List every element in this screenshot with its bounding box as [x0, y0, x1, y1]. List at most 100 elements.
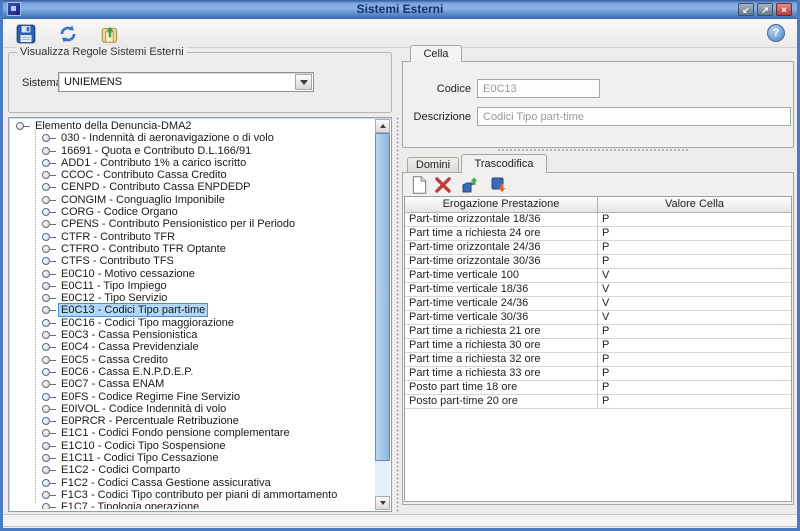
tree-node-icon[interactable]	[42, 466, 50, 474]
tree-node-label[interactable]: E0C5 - Cassa Credito	[59, 354, 170, 366]
cell-valore-cella[interactable]: P	[598, 381, 791, 394]
tab-cella[interactable]: Cella	[410, 45, 462, 62]
minimize-button[interactable]: ↙	[738, 3, 754, 16]
cell-erogazione-prestazione[interactable]: Part-time orizzontale 18/36	[405, 213, 598, 226]
cell-erogazione-prestazione[interactable]: Part time a richiesta 30 ore	[405, 339, 598, 352]
tree-node[interactable]: E0C5 - Cassa Credito	[11, 354, 374, 366]
tree-node-icon[interactable]	[42, 331, 50, 339]
tree-node-label[interactable]: CORG - Codice Organo	[59, 206, 180, 218]
descrizione-field[interactable]: Codici Tipo part-time	[477, 107, 791, 126]
table-row[interactable]: Posto part time 18 oreP	[405, 381, 791, 395]
tree-node-icon[interactable]	[42, 208, 50, 216]
tree-node-icon[interactable]	[42, 294, 50, 302]
tree-node-label[interactable]: E0C16 - Codici Tipo maggiorazione	[59, 317, 236, 329]
help-button[interactable]: ?	[767, 24, 785, 42]
tree-node-label[interactable]: CENPD - Contributo Cassa ENPDEDP	[59, 181, 253, 193]
tree-node-label[interactable]: CTFS - Contributo TFS	[59, 255, 176, 267]
cell-valore-cella[interactable]: P	[598, 227, 791, 240]
new-record-button[interactable]	[409, 175, 429, 195]
tree-node-icon[interactable]	[42, 159, 50, 167]
tree-node-label[interactable]: CTFRO - Contributo TFR Optante	[59, 243, 228, 255]
maximize-button[interactable]: ↗	[757, 3, 773, 16]
tree-node[interactable]: E0C12 - Tipo Servizio	[11, 292, 374, 304]
sistema-combobox[interactable]: UNIEMENS	[58, 72, 314, 92]
tree-node-icon[interactable]	[42, 257, 50, 265]
cell-valore-cella[interactable]: V	[598, 311, 791, 324]
tree-node-icon[interactable]	[42, 417, 50, 425]
tree-node-label[interactable]: CONGIM - Conguaglio Imponibile	[59, 194, 227, 206]
tree-node[interactable]: CCOC - Contributo Cassa Credito	[11, 169, 374, 181]
cell-valore-cella[interactable]: P	[598, 353, 791, 366]
tree-node-icon[interactable]	[42, 306, 50, 314]
vertical-splitter[interactable]	[395, 117, 400, 512]
scrollbar-thumb[interactable]	[375, 133, 390, 461]
close-button[interactable]: ×	[776, 3, 792, 16]
table-row[interactable]: Part-time orizzontale 24/36P	[405, 241, 791, 255]
table-row[interactable]: Part time a richiesta 32 oreP	[405, 353, 791, 367]
table-row[interactable]: Part-time orizzontale 30/36P	[405, 255, 791, 269]
tree-node-icon[interactable]	[42, 220, 50, 228]
tree-node-label[interactable]: E0C3 - Cassa Pensionistica	[59, 329, 199, 341]
tree-node-label[interactable]: E0IVOL - Codice Indennità di volo	[59, 403, 228, 415]
tree-root-label[interactable]: Elemento della Denuncia-DMA2	[33, 120, 194, 132]
cell-erogazione-prestazione[interactable]: Part time a richiesta 32 ore	[405, 353, 598, 366]
cell-erogazione-prestazione[interactable]: Part-time orizzontale 30/36	[405, 255, 598, 268]
tree-node-icon[interactable]	[42, 245, 50, 253]
table-row[interactable]: Part-time orizzontale 18/36P	[405, 213, 791, 227]
tree-node-label[interactable]: 16691 - Quota e Contributo D.L.166/91	[59, 145, 253, 157]
tree-node-label[interactable]: E1C10 - Codici Tipo Sospensione	[59, 440, 227, 452]
cell-valore-cella[interactable]: V	[598, 269, 791, 282]
tree-node[interactable]: E0C13 - Codici Tipo part-time	[11, 304, 374, 316]
tree-node[interactable]: E1C1 - Codici Fondo pensione complementa…	[11, 427, 374, 439]
scroll-up-button[interactable]	[375, 119, 390, 133]
tree-node-label[interactable]: E1C11 - Codici Tipo Cessazione	[59, 452, 221, 464]
refresh-button[interactable]	[57, 23, 79, 45]
table-row[interactable]: Posto part-time 20 oreP	[405, 395, 791, 409]
tree-node[interactable]: E0C4 - Cassa Previdenziale	[11, 341, 374, 353]
tree-node[interactable]: CPENS - Contributo Pensionistico per il …	[11, 218, 374, 230]
tree-node-icon[interactable]	[42, 270, 50, 278]
cell-erogazione-prestazione[interactable]: Part-time verticale 18/36	[405, 283, 598, 296]
tree-node-label[interactable]: E0C11 - Tipo Impiego	[59, 280, 169, 292]
tree-node-label[interactable]: F1C2 - Codici Cassa Gestione assicurativ…	[59, 477, 273, 489]
tree-node[interactable]: ADD1 - Contributo 1% a carico iscritto	[11, 157, 374, 169]
tree-node-icon[interactable]	[42, 405, 50, 413]
tree-node-icon[interactable]	[42, 503, 50, 509]
cell-valore-cella[interactable]: V	[598, 297, 791, 310]
tree-node-icon[interactable]	[42, 491, 50, 499]
import-button[interactable]	[461, 175, 481, 195]
tree-node[interactable]: E0C11 - Tipo Impiego	[11, 280, 374, 292]
tree-node[interactable]: E1C11 - Codici Tipo Cessazione	[11, 452, 374, 464]
codice-field[interactable]: E0C13	[477, 79, 600, 98]
tree-node-label[interactable]: CPENS - Contributo Pensionistico per il …	[59, 218, 297, 230]
cell-erogazione-prestazione[interactable]: Part-time verticale 100	[405, 269, 598, 282]
tree-node-label[interactable]: CTFR - Contributo TFR	[59, 231, 177, 243]
tree-node-icon[interactable]	[42, 368, 50, 376]
tree-node[interactable]: CORG - Codice Organo	[11, 206, 374, 218]
tree-node[interactable]: E0PRCR - Percentuale Retribuzione	[11, 415, 374, 427]
cell-valore-cella[interactable]: P	[598, 395, 791, 408]
horizontal-splitter[interactable]	[497, 148, 689, 152]
tree-node-icon[interactable]	[42, 479, 50, 487]
tree-node[interactable]: CONGIM - Conguaglio Imponibile	[11, 194, 374, 206]
cell-valore-cella[interactable]: P	[598, 325, 791, 338]
tree-root-node[interactable]: Elemento della Denuncia-DMA2	[11, 120, 374, 132]
tree-node[interactable]: CTFR - Contributo TFR	[11, 231, 374, 243]
cell-valore-cella[interactable]: P	[598, 241, 791, 254]
table-row[interactable]: Part time a richiesta 21 oreP	[405, 325, 791, 339]
tree-node-icon[interactable]	[42, 147, 50, 155]
tree-node[interactable]: E1C10 - Codici Tipo Sospensione	[11, 440, 374, 452]
combo-dropdown-button[interactable]	[295, 74, 312, 90]
column-header-valore[interactable]: Valore Cella	[598, 197, 791, 212]
tree-node-label[interactable]: E1C1 - Codici Fondo pensione complementa…	[59, 427, 292, 439]
exit-button[interactable]	[99, 23, 121, 45]
cell-erogazione-prestazione[interactable]: Part-time orizzontale 24/36	[405, 241, 598, 254]
tree-node-label[interactable]: E0C12 - Tipo Servizio	[59, 292, 169, 304]
cell-erogazione-prestazione[interactable]: Part time a richiesta 21 ore	[405, 325, 598, 338]
tree-node-label[interactable]: E1C2 - Codici Comparto	[59, 464, 182, 476]
tree-node[interactable]: E1C2 - Codici Comparto	[11, 464, 374, 476]
tree-node[interactable]: F1C7 - Tipologia operazione	[11, 501, 374, 509]
cell-valore-cella[interactable]: P	[598, 255, 791, 268]
tree-node-icon[interactable]	[42, 134, 50, 142]
table-row[interactable]: Part time a richiesta 33 oreP	[405, 367, 791, 381]
